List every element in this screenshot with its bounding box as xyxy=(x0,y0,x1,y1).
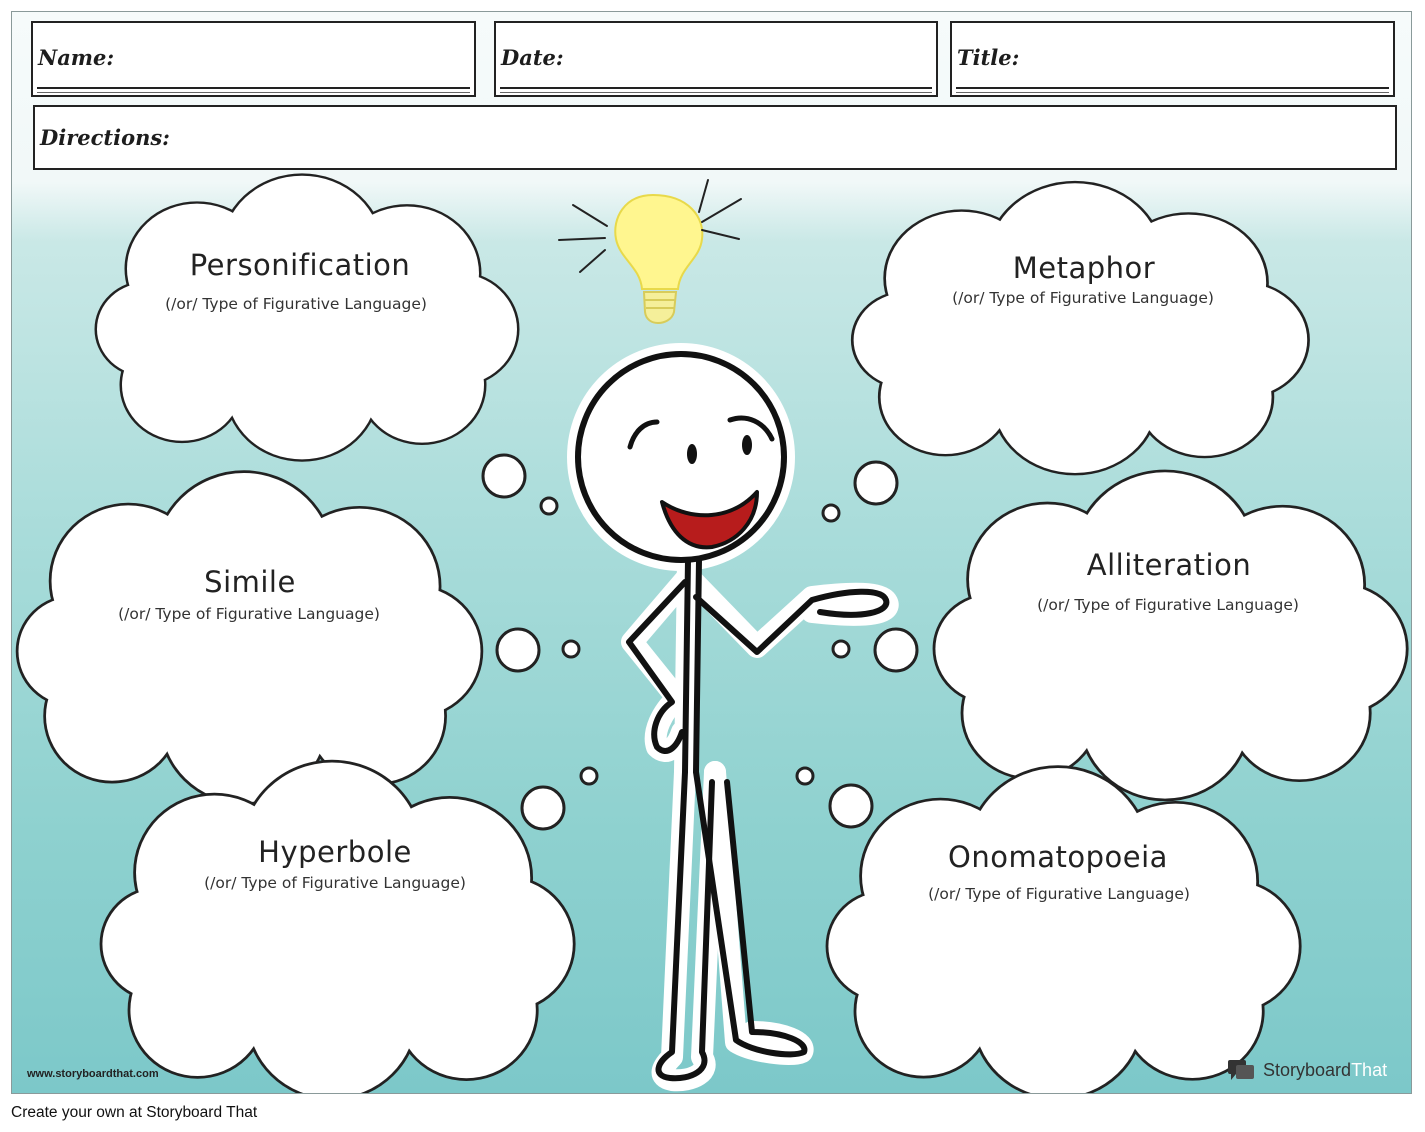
cloud-subtitle-alliteration: (/or/ Type of Figurative Language) xyxy=(1037,596,1299,614)
cloud-title-alliteration: Alliteration xyxy=(1086,548,1252,582)
cloud-alliteration xyxy=(935,472,1405,798)
cloud-onomatopoeia xyxy=(828,768,1298,1093)
cloud-personification xyxy=(97,176,517,460)
bubble xyxy=(539,496,559,516)
cloud-simile xyxy=(19,473,481,802)
bubble xyxy=(831,639,851,659)
cloud-hyperbole xyxy=(102,763,572,1093)
bubble xyxy=(795,766,815,786)
bubble xyxy=(828,783,874,829)
cloud-title-personification: Personification xyxy=(189,248,411,282)
site-watermark: www.storyboardthat.com xyxy=(27,1068,159,1080)
cloud-title-hyperbole: Hyperbole xyxy=(258,835,412,869)
cloud-subtitle-onomatopoeia: (/or/ Type of Figurative Language) xyxy=(928,885,1190,903)
bubble xyxy=(495,627,541,673)
cloud-subtitle-personification: (/or/ Type of Figurative Language) xyxy=(165,295,427,313)
lightbulb-icon xyxy=(558,179,742,325)
footer-link[interactable]: Create your own at Storyboard That xyxy=(11,1104,257,1122)
brand-watermark: Storyboard That xyxy=(1227,1058,1387,1082)
bubble xyxy=(520,785,566,831)
cloud-subtitle-simile: (/or/ Type of Figurative Language) xyxy=(118,605,380,623)
cloud-title-simile: Simile xyxy=(204,565,296,599)
bubble xyxy=(821,503,841,523)
bubble xyxy=(853,460,899,506)
cloud-subtitle-metaphor: (/or/ Type of Figurative Language) xyxy=(952,289,1214,307)
bubble xyxy=(873,627,919,673)
brand-storyboard: Storyboard xyxy=(1263,1059,1352,1080)
cloud-title-onomatopoeia: Onomatopoeia xyxy=(948,840,1168,874)
cloud-metaphor xyxy=(854,183,1308,473)
cloud-title-metaphor: Metaphor xyxy=(1012,251,1156,285)
worksheet: Name: Date: Title: Directions: Personifi… xyxy=(11,11,1412,1094)
cloud-subtitle-hyperbole: (/or/ Type of Figurative Language) xyxy=(204,874,466,892)
storyboardthat-logo-icon xyxy=(1228,1060,1254,1080)
bubble xyxy=(481,453,527,499)
bubble xyxy=(579,766,599,786)
brand-that: That xyxy=(1351,1059,1388,1080)
bubble xyxy=(561,639,581,659)
